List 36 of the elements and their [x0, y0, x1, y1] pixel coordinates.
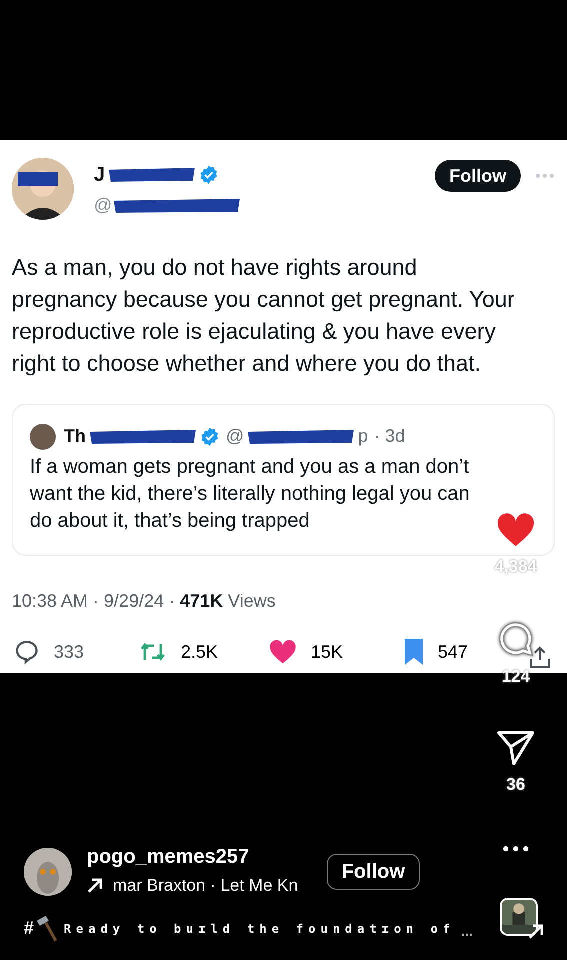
quoted-author-name: Th	[64, 425, 86, 448]
stat-count: 15K	[311, 640, 344, 664]
action-count: 124	[502, 666, 530, 688]
speech-bubble-icon[interactable]	[14, 639, 40, 665]
author-name: J	[94, 163, 106, 188]
quoted-tweet-text: If a woman gets pregnant and you as a man don’t want the kid, there’s literally nothing legal you can do about it, that’s being trapped	[30, 455, 471, 534]
follow-button[interactable]: Follow	[435, 160, 521, 192]
action-count: 36	[506, 774, 526, 796]
heart-icon[interactable]	[269, 639, 297, 665]
arrow-icon	[87, 878, 103, 894]
stat-count: 333	[54, 640, 84, 664]
follow-button[interactable]: Follow	[327, 854, 420, 890]
bookmark-icon[interactable]	[404, 638, 424, 666]
username[interactable]: pogo_memes257	[87, 845, 327, 869]
hashtag-symbol: #	[24, 917, 34, 940]
heart-icon[interactable]	[496, 512, 536, 548]
more-icon[interactable]	[503, 846, 529, 852]
quoted-author-handle: @	[226, 425, 244, 448]
share-icon[interactable]	[529, 645, 551, 669]
quoted-tweet-card[interactable]: Th @ p · 3d If a woman gets pregnant and you as a man don’t want the kid, there’s literally nothing legal you can do about it, that’s being trapped	[12, 404, 555, 556]
tweet-text: As a man, you do not have rights around pregnancy because you cannot get pregnant. Your reproductive role is ejaculating & you have every right to choose whether and where you do that.	[12, 254, 516, 378]
avatar[interactable]	[24, 848, 72, 896]
caption[interactable]: Ready to buɪld the foundatɪon of	[64, 920, 456, 938]
action-count: 4,384	[494, 556, 538, 578]
quoted-time: · 3d	[374, 425, 406, 448]
hammer-icon	[34, 914, 58, 942]
stat-count: 547	[438, 640, 468, 664]
tweet-timestamp: 10:38 AM · 9/29/24 · 471K Views	[12, 590, 277, 613]
stat-count: 2.5K	[181, 640, 218, 664]
avatar	[30, 424, 56, 450]
quoted-author-handle-end: p	[358, 425, 368, 448]
comment-icon[interactable]	[497, 620, 535, 658]
more-caption[interactable]: ...	[461, 921, 473, 942]
author-handle: @	[94, 194, 112, 217]
audio-track[interactable]: mar Braxton · Let Me Kn	[113, 873, 298, 898]
send-icon[interactable]	[497, 730, 535, 766]
